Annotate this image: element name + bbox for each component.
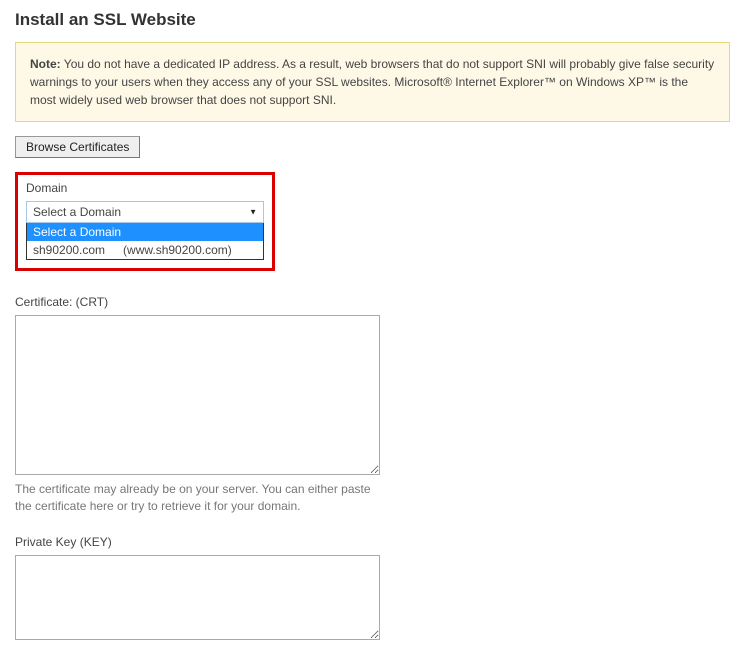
certificate-label: Certificate: (CRT)	[15, 295, 730, 309]
private-key-textarea[interactable]	[15, 555, 380, 640]
domain-option-text: Select a Domain	[33, 225, 121, 239]
domain-label: Domain	[26, 181, 264, 195]
domain-dropdown-list: Select a Domain sh90200.com (www.sh90200.…	[26, 223, 264, 260]
certificate-textarea[interactable]	[15, 315, 380, 475]
domain-option-text: sh90200.com	[33, 243, 105, 257]
browse-certificates-button[interactable]: Browse Certificates	[15, 136, 140, 158]
domain-option[interactable]: sh90200.com (www.sh90200.com)	[27, 241, 263, 259]
domain-option-alias: (www.sh90200.com)	[123, 243, 232, 257]
domain-option[interactable]: Select a Domain	[27, 223, 263, 241]
domain-section: Domain Select a Domain Select a Domain s…	[15, 172, 275, 271]
note-text: You do not have a dedicated IP address. …	[30, 57, 714, 107]
certificate-section: Certificate: (CRT) The certificate may a…	[15, 295, 730, 515]
note-box: Note: You do not have a dedicated IP add…	[15, 42, 730, 122]
certificate-help-text: The certificate may already be on your s…	[15, 481, 380, 515]
domain-select-value: Select a Domain	[33, 205, 121, 219]
private-key-label: Private Key (KEY)	[15, 535, 730, 549]
page-title: Install an SSL Website	[15, 10, 730, 30]
private-key-section: Private Key (KEY)	[15, 535, 730, 640]
note-label: Note:	[30, 57, 61, 71]
domain-select[interactable]: Select a Domain	[26, 201, 264, 223]
